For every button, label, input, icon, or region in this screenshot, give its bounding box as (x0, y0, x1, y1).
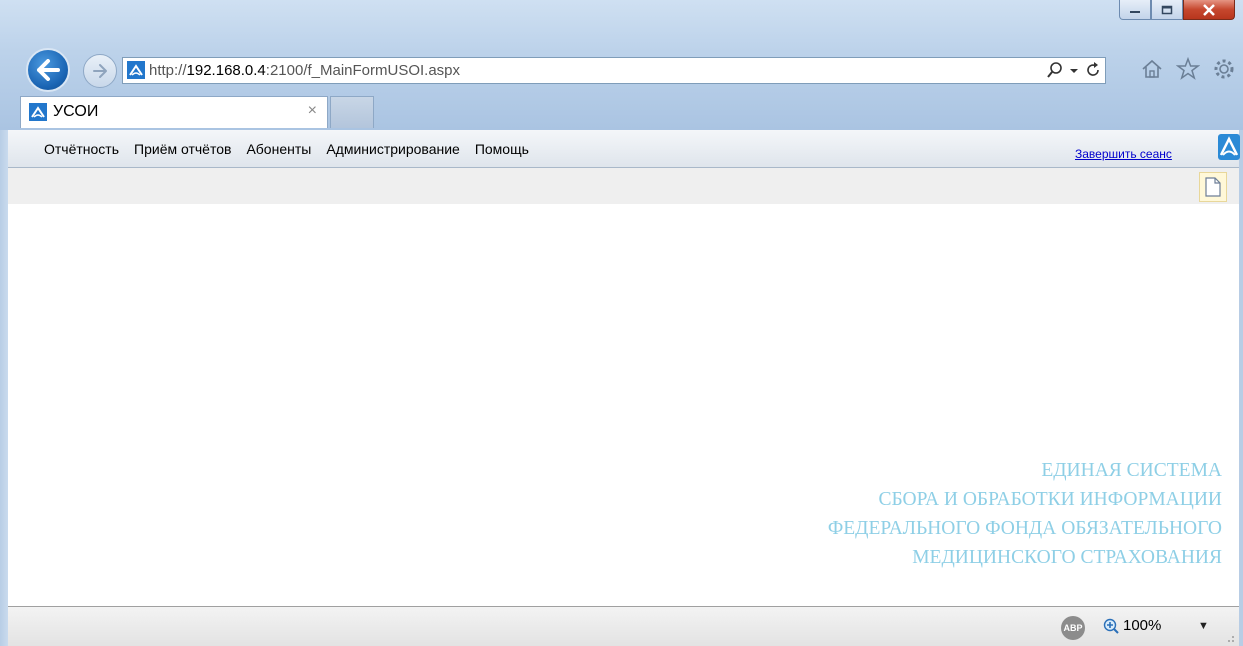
site-favicon (127, 61, 145, 79)
logo-icon (31, 106, 45, 118)
app-toolbar (8, 168, 1239, 204)
adblock-plus-icon[interactable]: ABP (1061, 616, 1085, 640)
zoom-level: 100% (1123, 617, 1162, 634)
refresh-icon[interactable] (1085, 61, 1101, 79)
favorites-star-icon[interactable] (1176, 57, 1200, 81)
zoom-icon (1103, 618, 1119, 634)
status-bar: ABP 100% ▼ (8, 606, 1239, 646)
slogan-line: ФЕДЕРАЛЬНОГО ФОНДА ОБЯЗАТЕЛЬНОГО (827, 518, 1222, 539)
zoom-dropdown-icon[interactable]: ▼ (1198, 620, 1209, 632)
url-path: :2100/f_MainFormUSOI.aspx (265, 62, 461, 79)
minimize-icon (1130, 10, 1140, 13)
address-url[interactable]: http://192.168.0.4:2100/f_MainFormUSOI.a… (149, 62, 460, 79)
maximize-icon (1161, 5, 1173, 14)
close-window-button[interactable] (1183, 0, 1235, 20)
document-button[interactable] (1199, 172, 1227, 202)
url-host: 192.168.0.4 (186, 62, 266, 79)
back-arrow-icon (37, 59, 60, 81)
address-tools (1047, 61, 1101, 79)
back-button[interactable] (26, 48, 70, 92)
zoom-control[interactable]: 100% (1103, 617, 1161, 634)
dropdown-arrow-icon[interactable] (1069, 61, 1079, 79)
menu-item-report-intake[interactable]: Приём отчётов (134, 141, 231, 157)
logo-icon (129, 64, 143, 76)
search-icon[interactable] (1047, 61, 1063, 79)
logout-link[interactable]: Завершить сеанс (1075, 147, 1172, 161)
tab-close-button[interactable]: × (308, 102, 317, 120)
address-bar[interactable]: http://192.168.0.4:2100/f_MainFormUSOI.a… (122, 57, 1106, 84)
forward-arrow-icon (93, 64, 107, 78)
main-content: ЕДИНАЯ СИСТЕМА СБОРА И ОБРАБОТКИ ИНФОРМА… (8, 204, 1239, 606)
browser-toolbar-icons (1140, 57, 1236, 81)
slogan-line: МЕДИЦИНСКОГО СТРАХОВАНИЯ (912, 547, 1222, 568)
slogan-line: ЕДИНАЯ СИСТЕМА (1041, 460, 1222, 481)
menu-item-reporting[interactable]: Отчётность (44, 141, 119, 157)
tab-title: УСОИ (53, 103, 99, 120)
menu-item-help[interactable]: Помощь (475, 141, 529, 157)
home-icon[interactable] (1140, 57, 1164, 81)
maximize-button[interactable] (1151, 0, 1183, 20)
forward-button[interactable] (83, 54, 117, 88)
tab-favicon (29, 103, 47, 121)
window-frame-left (0, 130, 8, 646)
system-slogan: ЕДИНАЯ СИСТЕМА СБОРА И ОБРАБОТКИ ИНФОРМА… (828, 456, 1222, 572)
document-icon (1205, 177, 1221, 197)
minimize-button[interactable] (1119, 0, 1151, 20)
resize-grip-icon[interactable] (1225, 633, 1235, 643)
main-menu: Отчётность Приём отчётов Абоненты Админи… (44, 141, 529, 157)
window-frame-right (1239, 130, 1243, 646)
browser-window: http://192.168.0.4:2100/f_MainFormUSOI.a… (0, 0, 1243, 646)
slogan-line: СБОРА И ОБРАБОТКИ ИНФОРМАЦИИ (878, 489, 1222, 510)
app-menubar: Отчётность Приём отчётов Абоненты Админи… (8, 130, 1240, 168)
browser-tab[interactable]: УСОИ × (20, 96, 328, 128)
menu-item-subscribers[interactable]: Абоненты (246, 141, 311, 157)
window-caption-buttons (1119, 0, 1235, 22)
menu-item-administration[interactable]: Администрирование (326, 141, 460, 157)
url-scheme: http:// (149, 62, 187, 79)
settings-gear-icon[interactable] (1212, 57, 1236, 81)
new-tab-button[interactable] (330, 96, 374, 128)
close-icon (1203, 3, 1215, 16)
app-logo-icon (1218, 134, 1240, 160)
